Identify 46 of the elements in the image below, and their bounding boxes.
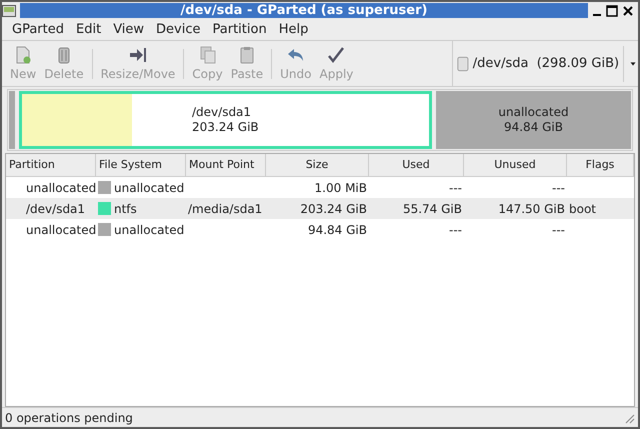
window-title: /dev/sda - GParted (as superuser)	[20, 3, 588, 18]
menu-item[interactable]: Edit	[70, 20, 108, 40]
table-cell: ---	[449, 180, 462, 194]
table-cell-text: unallocated	[114, 180, 184, 196]
table-cell: ---	[552, 180, 565, 194]
column-header[interactable]: File System	[96, 154, 186, 176]
table-cell: 147.50 GiB	[498, 202, 565, 216]
column-header[interactable]: Partition	[6, 154, 96, 176]
partition-block[interactable]: /dev/sda1 203.24 GiB	[19, 91, 432, 149]
menu-item[interactable]: Partition	[206, 20, 273, 40]
checkmark-icon	[326, 44, 346, 64]
table-cell: /dev/sda1	[26, 202, 86, 216]
table-cell: 1.00 MiB	[314, 180, 367, 194]
partition-size: 203.24 GiB	[192, 120, 259, 135]
table-cell: unallocated	[26, 180, 96, 194]
column-header[interactable]: Used	[369, 154, 464, 176]
menu-item[interactable]: Device	[150, 20, 207, 40]
column-header[interactable]: Flags	[567, 154, 634, 176]
unallocated-size: 94.84 GiB	[504, 120, 564, 135]
device-selector[interactable]: /dev/sda (298.09 GiB)	[452, 41, 638, 86]
resize-grip-icon[interactable]	[623, 412, 635, 424]
column-header[interactable]: Mount Point	[186, 154, 266, 176]
table-cell: boot	[569, 202, 596, 216]
menu-item[interactable]: Help	[272, 20, 314, 40]
unallocated-label: unallocated	[498, 105, 569, 120]
table-cell: 55.74 GiB	[402, 202, 462, 216]
table-cell-text: unallocated	[114, 222, 184, 238]
close-icon[interactable]	[622, 4, 634, 16]
menu-item[interactable]: GParted	[6, 20, 70, 40]
table-cell: ---	[552, 222, 565, 236]
unallocated-block[interactable]: unallocated 94.84 GiB	[436, 91, 631, 149]
menu-item[interactable]: View	[107, 20, 150, 40]
device-label: /dev/sda (298.09 GiB)	[472, 54, 620, 73]
table-cell: 94.84 GiB	[308, 222, 367, 236]
column-header[interactable]: Size	[266, 154, 369, 176]
partition-name: /dev/sda1	[192, 105, 252, 120]
table-cell-text: ntfs	[114, 200, 137, 218]
table-row[interactable]: /dev/sda1 ntfs /media/sda1 203.24 GiB 55.74 GiB 147.50 GiB boot	[6, 198, 634, 219]
column-header[interactable]: Unused	[464, 154, 567, 176]
copy-icon	[198, 44, 218, 64]
table-cell: /media/sda1	[188, 202, 262, 216]
maximize-icon[interactable]	[606, 4, 618, 16]
status-text: 0 operations pending	[5, 410, 134, 426]
table-cell: unallocated	[26, 222, 96, 236]
table-cell: ---	[449, 222, 462, 236]
table-cell: 203.24 GiB	[300, 202, 367, 216]
